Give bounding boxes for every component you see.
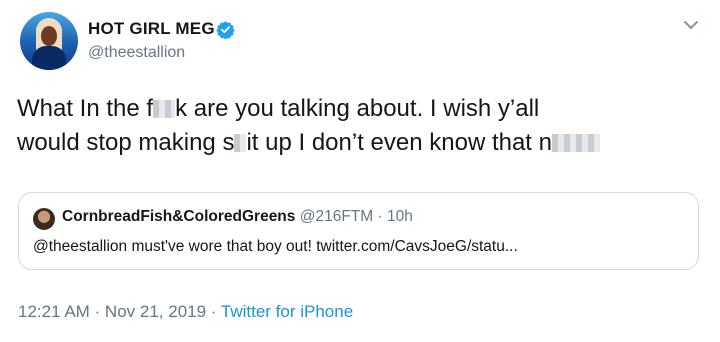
quoted-avatar xyxy=(33,208,55,230)
tweet-footer: 12:21 AM · Nov 21, 2019 · Twitter for iP… xyxy=(18,302,353,322)
chevron-down-icon[interactable] xyxy=(681,18,701,32)
censor-blur xyxy=(551,134,600,152)
quoted-separator: · xyxy=(373,208,387,225)
avatar[interactable] xyxy=(20,12,78,70)
quoted-display-name: CornbreadFish&ColoredGreens xyxy=(62,208,296,225)
censor-blur xyxy=(153,100,176,118)
censor-blur xyxy=(234,134,247,152)
tweet-text-part: k are you talking about. I wish y’all xyxy=(175,95,540,122)
tweet-timestamp[interactable]: 12:21 AM · Nov 21, 2019 xyxy=(18,302,206,321)
display-name[interactable]: HOT GIRL MEG xyxy=(88,19,215,39)
tweet-text-part: it up I don’t even know that n xyxy=(246,129,552,156)
quoted-handle: @216FTM xyxy=(299,208,374,225)
quoted-tweet[interactable]: CornbreadFish&ColoredGreens @216FTM · 10… xyxy=(18,192,699,270)
tweet-card: HOT GIRL MEG @theestallion What In the f… xyxy=(0,0,720,342)
user-handle[interactable]: @theestallion xyxy=(88,44,185,62)
footer-separator: · xyxy=(206,302,221,321)
tweet-source-link[interactable]: Twitter for iPhone xyxy=(221,302,353,321)
avatar-body xyxy=(32,46,66,70)
quoted-text: @theestallion must've wore that boy out!… xyxy=(33,238,518,255)
avatar-face xyxy=(41,26,57,46)
verified-badge-icon xyxy=(216,21,235,39)
quoted-header: CornbreadFish&ColoredGreens @216FTM · 10… xyxy=(62,208,413,226)
tweet-text: What In the f k are you talking about. I … xyxy=(17,92,707,160)
quoted-age: 10h xyxy=(386,208,413,225)
tweet-text-part: would stop making s xyxy=(17,129,235,156)
tweet-text-part: What In the f xyxy=(17,95,154,122)
